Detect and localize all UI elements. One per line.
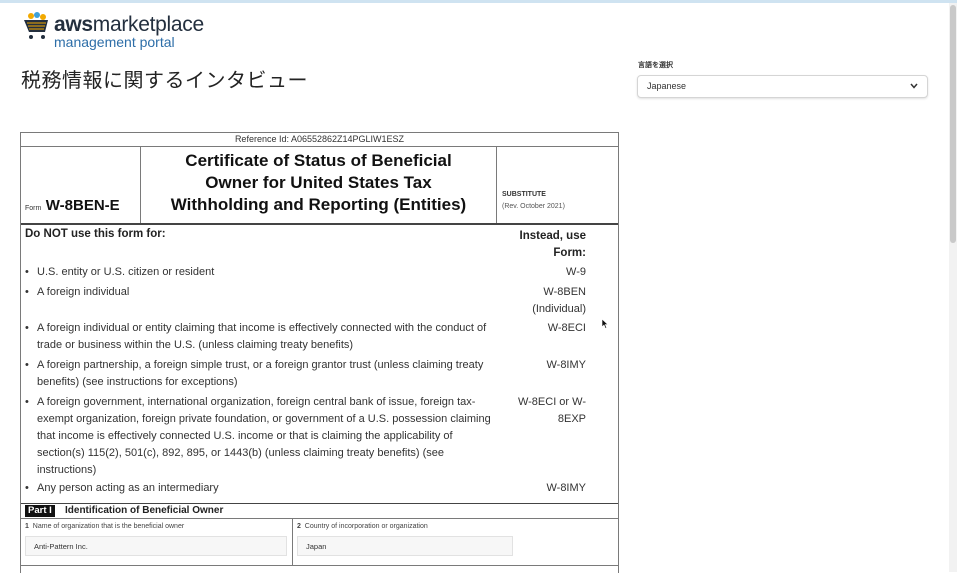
field-number: 1 [25, 523, 29, 530]
field-label-text: Country of incorporation or organization [304, 523, 428, 530]
part-badge: Part I [25, 505, 55, 517]
language-select[interactable]: Japanese [637, 75, 928, 98]
identification-fields: 1 Name of organization that is the benef… [21, 519, 618, 566]
cart-icon [24, 12, 48, 39]
field-label: 1 Name of organization that is the benef… [25, 523, 184, 530]
form-header: Form W-8BEN-E Certificate of Status of B… [21, 147, 618, 225]
form-number: W-8BEN-E [45, 197, 120, 214]
list-item-form: W-8ECI [547, 322, 586, 334]
field-organization-name: 1 Name of organization that is the benef… [21, 519, 293, 565]
form-title: Certificate of Status of Beneficial Owne… [141, 147, 497, 223]
list-item-text: A foreign government, international orga… [37, 396, 491, 476]
organization-name-input[interactable]: Anti-Pattern Inc. [25, 536, 287, 556]
list-item-text: U.S. entity or U.S. citizen or resident [37, 266, 215, 278]
list-item-text: Any person acting as an intermediary [37, 482, 219, 494]
country-input[interactable]: Japan [297, 536, 513, 556]
bullet: • [25, 266, 29, 278]
mouse-pointer-icon [601, 318, 609, 329]
page-title: 税務情報に関するインタビュー [21, 68, 308, 92]
list-item-text: A foreign partnership, a foreign simple … [37, 359, 484, 388]
reference-id: Reference Id: A06552862Z14PGLIW1ESZ [21, 133, 618, 147]
chevron-down-icon [910, 83, 918, 89]
list-item-form: W-8ECI or W-8EXP [517, 396, 586, 425]
form-title-line: Owner for United States Tax [205, 173, 432, 192]
bullet: • [25, 286, 29, 298]
list-item-text: A foreign individual [37, 286, 130, 298]
form-number-cell: Form W-8BEN-E [21, 147, 141, 223]
language-selected-value: Japanese [647, 81, 687, 91]
logo-aws-text: aws [54, 13, 93, 36]
do-not-use-heading: Do NOT use this form for: [25, 228, 166, 240]
list-item-form: W-8IMY [546, 359, 586, 371]
list-item-form: W-9 [566, 266, 586, 278]
top-border [0, 0, 957, 3]
instead-use-heading: Instead, use Form: [519, 230, 586, 259]
field-country: 2 Country of incorporation or organizati… [293, 519, 618, 565]
part-title: Identification of Beneficial Owner [65, 505, 224, 516]
form-revision-cell: SUBSTITUTE (Rev. October 2021) [502, 191, 565, 210]
part-header: Part I Identification of Beneficial Owne… [21, 504, 618, 519]
scrollbar[interactable] [949, 3, 957, 572]
language-select-label: 言語を選択 [638, 62, 673, 69]
scrollbar-thumb[interactable] [950, 5, 956, 243]
bullet: • [25, 482, 29, 494]
field-label-text: Name of organization that is the benefic… [32, 523, 185, 530]
form-prefix: Form [25, 205, 42, 212]
w8bene-form: Reference Id: A06552862Z14PGLIW1ESZ Form… [20, 132, 619, 573]
form-title-line: Withholding and Reporting (Entities) [170, 195, 467, 214]
aws-marketplace-logo[interactable]: awsmarketplace management portal [22, 12, 212, 52]
form-title-line: Certificate of Status of Beneficial [185, 151, 452, 170]
bullet: • [25, 322, 29, 334]
substitute-label: SUBSTITUTE [502, 191, 546, 198]
field-label: 2 Country of incorporation or organizati… [297, 523, 428, 530]
bullet: • [25, 359, 29, 371]
field-number: 2 [297, 523, 301, 530]
bullet: • [25, 396, 29, 408]
logo-subtitle: management portal [54, 34, 175, 50]
logo-marketplace-text: marketplace [92, 13, 204, 36]
list-item-text: A foreign individual or entity claiming … [37, 322, 487, 351]
revision-date: (Rev. October 2021) [502, 203, 565, 210]
list-item-form: W-8IMY [546, 482, 586, 494]
list-item-form: W-8BEN (Individual) [532, 286, 586, 315]
